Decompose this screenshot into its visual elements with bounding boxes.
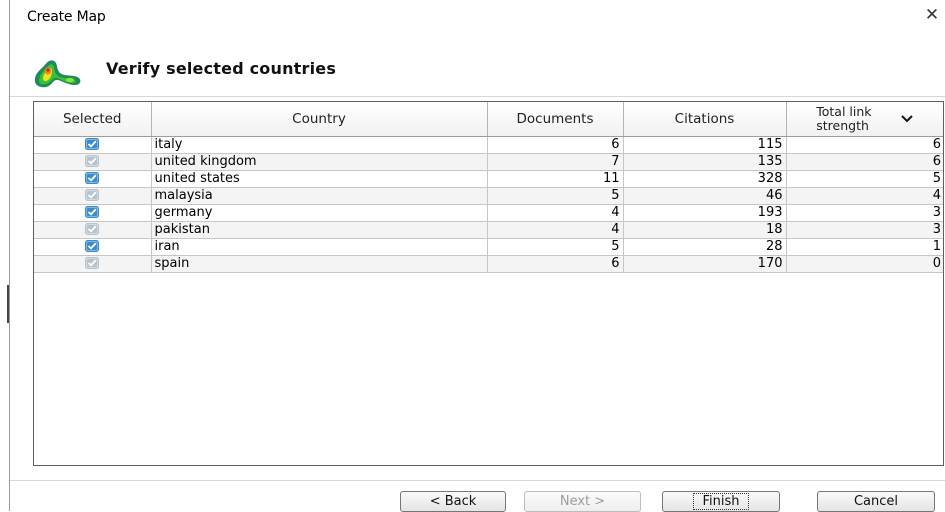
footer-divider xyxy=(10,480,945,481)
column-header-selected[interactable]: Selected xyxy=(34,102,152,137)
selected-cell xyxy=(34,255,152,273)
selected-checkbox[interactable] xyxy=(85,188,100,201)
selected-checkbox[interactable] xyxy=(85,256,100,269)
selected-cell xyxy=(34,136,152,154)
selected-cell xyxy=(34,221,152,239)
selected-cell xyxy=(34,187,152,205)
documents-cell: 6 xyxy=(487,136,624,154)
citations-cell: 328 xyxy=(623,170,787,188)
documents-cell: 5 xyxy=(487,238,624,256)
selected-checkbox[interactable] xyxy=(85,239,100,252)
citations-cell: 28 xyxy=(623,238,787,256)
window-left-edge xyxy=(9,0,10,511)
total-link-strength-cell: 4 xyxy=(786,187,943,205)
window-edge-mark xyxy=(7,285,9,323)
selected-cell xyxy=(34,170,152,188)
citations-cell: 46 xyxy=(623,187,787,205)
page-heading: Verify selected countries xyxy=(106,59,337,78)
cancel-button[interactable]: Cancel xyxy=(817,491,935,512)
total-link-strength-cell: 0 xyxy=(786,255,943,273)
documents-cell: 5 xyxy=(487,187,624,205)
total-link-strength-label: Total link strength xyxy=(816,104,872,133)
selected-checkbox[interactable] xyxy=(85,222,100,235)
countries-table-frame: Selected Country Documents Citations Tot… xyxy=(33,101,944,466)
table-row[interactable]: spain 6 170 0 xyxy=(34,255,943,273)
selected-cell xyxy=(34,238,152,256)
selected-cell xyxy=(34,153,152,171)
selected-cell xyxy=(34,204,152,222)
cancel-button-label: Cancel xyxy=(853,494,899,509)
back-button-label: < Back xyxy=(429,494,477,509)
selected-checkbox[interactable] xyxy=(85,171,100,184)
country-cell: pakistan xyxy=(151,221,488,239)
country-cell: italy xyxy=(151,136,488,154)
country-cell: united states xyxy=(151,170,488,188)
citations-cell: 18 xyxy=(623,221,787,239)
documents-cell: 7 xyxy=(487,153,624,171)
documents-cell: 11 xyxy=(487,170,624,188)
finish-button[interactable]: Finish xyxy=(662,491,780,512)
close-icon[interactable]: ✕ xyxy=(924,6,940,24)
table-header-row: Selected Country Documents Citations Tot… xyxy=(34,102,943,137)
total-link-strength-cell: 3 xyxy=(786,204,943,222)
selected-checkbox[interactable] xyxy=(85,205,100,218)
citations-cell: 193 xyxy=(623,204,787,222)
table-row[interactable]: pakistan 4 18 3 xyxy=(34,221,943,239)
documents-cell: 4 xyxy=(487,221,624,239)
country-cell: germany xyxy=(151,204,488,222)
table-row[interactable]: iran 5 28 1 xyxy=(34,238,943,256)
column-header-documents[interactable]: Documents xyxy=(487,102,624,137)
country-cell: spain xyxy=(151,255,488,273)
citations-cell: 135 xyxy=(623,153,787,171)
table-row[interactable]: italy 6 115 6 xyxy=(34,136,943,154)
finish-button-label: Finish xyxy=(693,493,749,510)
next-button[interactable]: Next > xyxy=(524,491,641,512)
total-link-strength-cell: 5 xyxy=(786,170,943,188)
total-link-strength-cell: 3 xyxy=(786,221,943,239)
country-cell: iran xyxy=(151,238,488,256)
table-row[interactable]: germany 4 193 3 xyxy=(34,204,943,222)
back-button[interactable]: < Back xyxy=(400,491,506,512)
total-link-strength-cell: 1 xyxy=(786,238,943,256)
next-button-label: Next > xyxy=(559,494,606,509)
sort-descending-icon xyxy=(901,115,913,123)
documents-cell: 4 xyxy=(487,204,624,222)
column-header-total-link-strength[interactable]: Total link strength xyxy=(786,102,943,137)
total-link-strength-cell: 6 xyxy=(786,153,943,171)
citations-cell: 170 xyxy=(623,255,787,273)
documents-cell: 6 xyxy=(487,255,624,273)
total-link-strength-cell: 6 xyxy=(786,136,943,154)
density-map-icon xyxy=(34,60,81,88)
table-row[interactable]: malaysia 5 46 4 xyxy=(34,187,943,205)
citations-cell: 115 xyxy=(623,136,787,154)
country-cell: united kingdom xyxy=(151,153,488,171)
selected-checkbox[interactable] xyxy=(85,137,100,150)
selected-checkbox[interactable] xyxy=(85,154,100,167)
column-header-citations[interactable]: Citations xyxy=(623,102,787,137)
countries-table: Selected Country Documents Citations Tot… xyxy=(34,102,943,273)
table-row[interactable]: united states 11 328 5 xyxy=(34,170,943,188)
window-title: Create Map xyxy=(27,9,106,25)
column-header-country[interactable]: Country xyxy=(151,102,488,137)
header-divider xyxy=(10,96,945,97)
country-cell: malaysia xyxy=(151,187,488,205)
table-row[interactable]: united kingdom 7 135 6 xyxy=(34,153,943,171)
